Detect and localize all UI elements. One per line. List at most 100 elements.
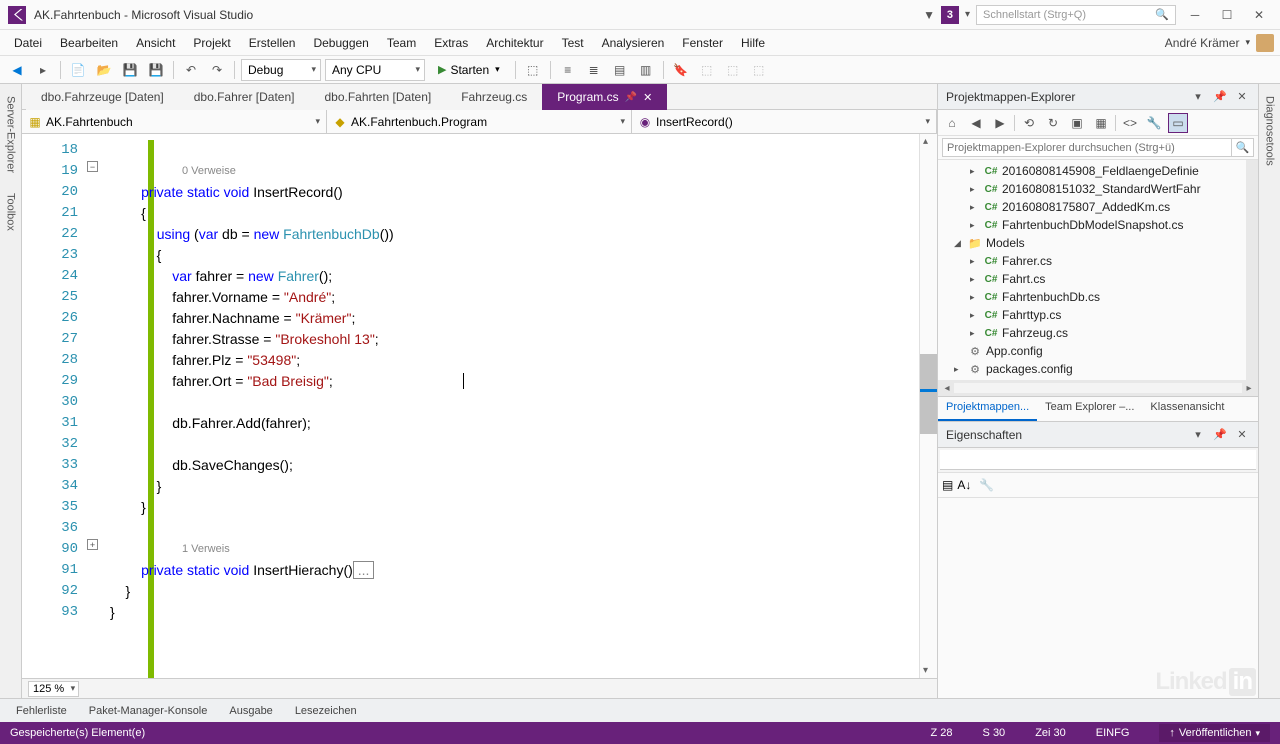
user-avatar[interactable]	[1256, 34, 1274, 52]
uncomment-button[interactable]: ▥	[635, 59, 657, 81]
tab-fahrzeuge-daten[interactable]: dbo.Fahrzeuge [Daten]	[26, 84, 179, 110]
tab-fahrer-daten[interactable]: dbo.Fahrer [Daten]	[179, 84, 310, 110]
collapsed-region[interactable]: ...	[353, 561, 375, 579]
tb-icon-4[interactable]: ⬚	[696, 59, 718, 81]
tree-item[interactable]: ▸C#20160808145908_FeldlaengeDefinie	[938, 162, 1246, 180]
panel-dropdown-icon[interactable]: ▾	[1190, 89, 1206, 105]
back-button[interactable]: ◀	[966, 113, 986, 133]
close-button[interactable]: ✕	[1246, 5, 1272, 25]
tree-item[interactable]: ▸C#FahrtenbuchDb.cs	[938, 288, 1246, 306]
tree-scrollbar[interactable]	[1246, 160, 1258, 380]
panel-close-icon[interactable]: ✕	[1234, 89, 1250, 105]
tree-item[interactable]: ▸C#20160808175807_AddedKm.cs	[938, 198, 1246, 216]
tree-item[interactable]: ▸C#Fahrttyp.cs	[938, 306, 1246, 324]
codelens-refs-0[interactable]: 0 Verweise	[110, 161, 919, 182]
props-close-icon[interactable]: ✕	[1234, 427, 1250, 443]
redo-button[interactable]: ↷	[206, 59, 228, 81]
menu-debuggen[interactable]: Debuggen	[305, 32, 376, 54]
categorized-button[interactable]: ▤	[942, 478, 953, 492]
fold-plus-icon[interactable]: +	[87, 539, 98, 550]
tb-icon-2[interactable]: ≡	[557, 59, 579, 81]
properties-button[interactable]: 🔧	[1144, 113, 1164, 133]
config-dropdown[interactable]: Debug	[241, 59, 321, 81]
menu-datei[interactable]: Datei	[6, 32, 50, 54]
tab-fehlerliste[interactable]: Fehlerliste	[6, 701, 77, 721]
explorer-search-input[interactable]	[942, 138, 1232, 157]
undo-button[interactable]: ↶	[180, 59, 202, 81]
notification-dropdown-icon[interactable]: ▾	[965, 9, 970, 20]
nav-forward-button[interactable]: ▸	[32, 59, 54, 81]
quick-launch-input[interactable]: Schnellstart (Strg+Q) 🔍	[976, 5, 1176, 25]
sync-button[interactable]: ⟲	[1019, 113, 1039, 133]
tb-icon-3[interactable]: ≣	[583, 59, 605, 81]
tree-item[interactable]: ▸C#FahrtenbuchDbModelSnapshot.cs	[938, 216, 1246, 234]
show-all-button[interactable]: ▦	[1091, 113, 1111, 133]
props-wrench-icon[interactable]: 🔧	[979, 478, 994, 492]
start-button[interactable]: ▶ Starten ▾	[429, 59, 509, 81]
open-file-button[interactable]: 📂	[93, 59, 115, 81]
toolbox-tab[interactable]: Toolbox	[5, 187, 17, 237]
panel-pin-icon[interactable]: 📌	[1212, 89, 1228, 105]
fold-column[interactable]: − +	[86, 134, 102, 678]
tab-paket-manager[interactable]: Paket-Manager-Konsole	[79, 701, 218, 721]
menu-architektur[interactable]: Architektur	[478, 32, 551, 54]
start-dropdown-icon[interactable]: ▾	[495, 64, 500, 75]
scroll-thumb[interactable]	[920, 354, 937, 434]
tab-klassenansicht[interactable]: Klassenansicht	[1142, 397, 1232, 421]
close-tab-icon[interactable]: ✕	[643, 91, 652, 104]
codelens-refs-1[interactable]: 1 Verweis	[110, 539, 919, 560]
solution-tree[interactable]: ▸C#20160808145908_FeldlaengeDefinie ▸C#2…	[938, 160, 1246, 380]
platform-dropdown[interactable]: Any CPU	[325, 59, 425, 81]
props-pin-icon[interactable]: 📌	[1212, 427, 1228, 443]
diagnostics-tab[interactable]: Diagnosetools	[1264, 90, 1276, 172]
menu-erstellen[interactable]: Erstellen	[241, 32, 304, 54]
bookmark-button[interactable]: 🔖	[670, 59, 692, 81]
tree-item-appconfig[interactable]: ⚙App.config	[938, 342, 1246, 360]
code-editor[interactable]: 1819202122232425262728293031323334353690…	[22, 134, 937, 678]
refresh-button[interactable]: ↻	[1043, 113, 1063, 133]
scroll-down-icon[interactable]: ▾	[923, 665, 928, 676]
tree-item-packages[interactable]: ▸⚙packages.config	[938, 360, 1246, 378]
home-button[interactable]: ⌂	[942, 113, 962, 133]
tab-projektmappen[interactable]: Projektmappen...	[938, 397, 1037, 421]
pin-icon[interactable]: 📌	[625, 92, 637, 103]
explorer-search-button[interactable]: 🔍	[1232, 138, 1254, 157]
notification-badge[interactable]: 3	[941, 6, 959, 24]
scroll-up-icon[interactable]: ▴	[923, 136, 928, 147]
menu-projekt[interactable]: Projekt	[185, 32, 238, 54]
menu-test[interactable]: Test	[554, 32, 592, 54]
tree-item[interactable]: ▸C#Fahrt.cs	[938, 270, 1246, 288]
menu-hilfe[interactable]: Hilfe	[733, 32, 773, 54]
menu-ansicht[interactable]: Ansicht	[128, 32, 183, 54]
tab-fahrzeug-cs[interactable]: Fahrzeug.cs	[446, 84, 542, 110]
tree-item[interactable]: ▸C#Fahrzeug.cs	[938, 324, 1246, 342]
menu-bearbeiten[interactable]: Bearbeiten	[52, 32, 126, 54]
scroll-left-icon[interactable]: ◂	[940, 383, 954, 394]
tab-lesezeichen[interactable]: Lesezeichen	[285, 701, 367, 721]
tb-icon-5[interactable]: ⬚	[722, 59, 744, 81]
maximize-button[interactable]: ☐	[1214, 5, 1240, 25]
fold-minus-icon[interactable]: −	[87, 161, 98, 172]
forward-button[interactable]: ▶	[990, 113, 1010, 133]
filter-icon[interactable]: ▼	[923, 8, 935, 22]
tab-team-explorer[interactable]: Team Explorer –...	[1037, 397, 1142, 421]
tab-fahrten-daten[interactable]: dbo.Fahrten [Daten]	[309, 84, 446, 110]
user-dropdown-icon[interactable]: ▾	[1245, 37, 1250, 48]
minimize-button[interactable]: ─	[1182, 5, 1208, 25]
tb-icon-1[interactable]: ⬚	[522, 59, 544, 81]
tree-item[interactable]: ▸C#Fahrer.cs	[938, 252, 1246, 270]
code-button[interactable]: <>	[1120, 113, 1140, 133]
scroll-map[interactable]: ▴ ▾	[919, 134, 937, 678]
tb-icon-6[interactable]: ⬚	[748, 59, 770, 81]
menu-extras[interactable]: Extras	[426, 32, 476, 54]
menu-fenster[interactable]: Fenster	[674, 32, 731, 54]
save-button[interactable]: 💾	[119, 59, 141, 81]
alphabetical-button[interactable]: A↓	[957, 478, 971, 492]
props-dropdown-icon[interactable]: ▾	[1190, 427, 1206, 443]
nav-back-button[interactable]: ◀	[6, 59, 28, 81]
nav-project[interactable]: ▦ AK.Fahrtenbuch	[22, 110, 327, 133]
code-content[interactable]: 0 Verweise private static void InsertRec…	[102, 134, 919, 678]
menu-analysieren[interactable]: Analysieren	[594, 32, 673, 54]
preview-button[interactable]: ▭	[1168, 113, 1188, 133]
publish-button[interactable]: ↑ Veröffentlichen ▾	[1159, 724, 1270, 742]
